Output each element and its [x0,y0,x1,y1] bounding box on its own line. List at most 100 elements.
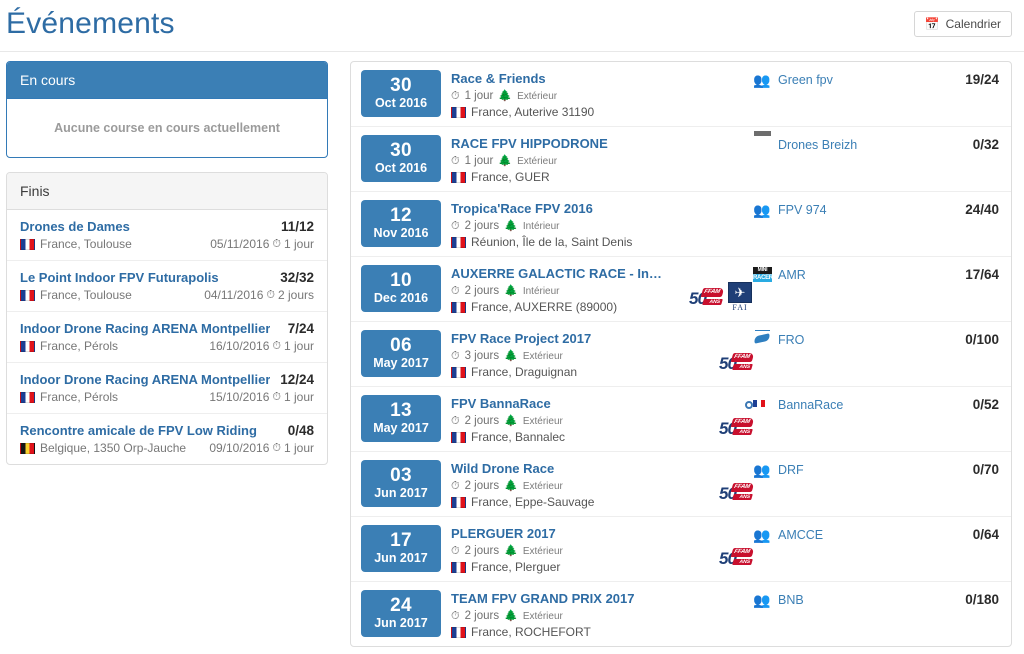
event-organizer-name: Drones Breizh [778,138,858,152]
event-row[interactable]: 03 Jun 2017 Wild Drone Race ⏱ 2 jours 🌲 Extéri… [351,452,1011,517]
event-organizer[interactable]: 👥 FPV 974 [753,199,931,218]
event-organizer-name: DRF [778,463,804,477]
finished-item-date-wrap: 15/10/2016 ⏱ 1 jour [209,390,314,404]
people-icon: 👥 [753,592,772,608]
event-main: AUXERRE GALACTIC RACE - Indoor ⏱ 2 jours 🌲 I… [451,264,667,314]
finished-item-duration: 1 jour [283,441,314,455]
event-badges: 50 [667,329,755,379]
event-main: TEAM FPV GRAND PRIX 2017 ⏱ 2 jours 🌲 Extérie… [451,589,667,639]
fro-logo [753,332,772,348]
event-badges: 50 [667,459,755,509]
event-organizer[interactable]: 👥 AMCCE [753,524,931,543]
finished-item-meta: France, Pérols 15/10/2016 ⏱ 1 jour [20,390,314,404]
event-location: France, Plerguer [471,560,561,574]
event-title: Race & Friends [451,71,546,86]
finished-item-date: 16/10/2016 [209,339,270,353]
finished-item-title: Indoor Drone Racing ARENA Montpellier [20,321,271,336]
event-row[interactable]: 24 Jun 2017 TEAM FPV GRAND PRIX 2017 ⏱ 2 jou… [351,582,1011,646]
event-location-wrap: France, Bannalec [451,430,667,444]
finished-item-date-wrap: 16/10/2016 ⏱ 1 jour [209,339,314,353]
event-organizer-name: AMR [778,268,806,282]
event-main: Tropica'Race FPV 2016 ⏱ 2 jours 🌲 Intérieur R… [451,199,667,249]
event-date-badge: 30 Oct 2016 [361,135,441,182]
flag-fr-icon [20,289,35,301]
event-location: France, Auterive 31190 [471,105,595,119]
finished-item-location: France, Toulouse [40,237,132,251]
event-location: France, Draguignan [471,365,578,379]
event-organizer[interactable]: 👥 BNB [753,589,931,608]
ongoing-panel-heading: En cours [7,62,327,99]
event-count: 24/40 [965,202,999,217]
finished-item-title: Le Point Indoor FPV Futurapolis [20,270,219,285]
event-row[interactable]: 17 Jun 2017 PLERGUER 2017 ⏱ 2 jours 🌲 Extérieu… [351,517,1011,582]
page-content: En cours Aucune course en cours actuelle… [0,61,1024,654]
event-organizer[interactable]: 👥 DRF [753,459,931,478]
event-subinfo: ⏱ 2 jours 🌲 Extérieur [451,545,667,557]
event-count: 0/52 [972,397,999,412]
finished-item-meta: France, Toulouse 05/11/2016 ⏱ 1 jour [20,237,314,251]
people-icon: 👥 [753,202,771,218]
finished-list-item[interactable]: Indoor Drone Racing ARENA Montpellier 12/… [7,363,327,414]
event-location-wrap: France, ROCHEFORT [451,625,667,639]
event-date-day: 24 [390,595,412,616]
people-icon: 👥 [753,72,771,88]
finished-item-date: 05/11/2016 [210,237,270,251]
finished-item-header: Indoor Drone Racing ARENA Montpellier 12/… [20,372,314,387]
finished-list-item[interactable]: Indoor Drone Racing ARENA Montpellier 7/2… [7,312,327,363]
event-date-month: Jun 2017 [374,616,428,630]
event-location: France, GUER [471,170,550,184]
event-row[interactable]: 13 May 2017 FPV BannaRace ⏱ 2 jours 🌲 Extérieu… [351,387,1011,452]
finished-item-date: 15/10/2016 [209,390,270,404]
finished-item-title: Drones de Dames [20,219,130,234]
clock-icon: ⏱ [451,544,460,557]
finished-item-date: 04/11/2016 [204,288,264,302]
event-venue: Intérieur [522,220,560,232]
event-date-day: 13 [390,400,412,421]
page-title: Événements [6,7,175,40]
event-count: 17/64 [965,267,999,282]
event-location-wrap: France, Auterive 31190 [451,105,667,119]
event-row[interactable]: 30 Oct 2016 Race & Friends ⏱ 1 jour 🌲 Extérieu… [351,62,1011,127]
finished-item-header: Indoor Drone Racing ARENA Montpellier 7/2… [20,321,314,336]
event-organizer[interactable]: FRO [753,329,931,348]
event-row[interactable]: 06 May 2017 FPV Race Project 2017 ⏱ 3 jours 🌲… [351,322,1011,387]
event-organizer-name: BannaRace [778,398,844,412]
event-date-day: 06 [390,335,412,356]
event-date-badge: 12 Nov 2016 [361,200,441,247]
flag-fr-icon [451,561,466,573]
calendar-button-label: Calendrier [945,17,1001,31]
clock-icon: ⏱ [272,339,281,352]
event-row[interactable]: 10 Dec 2016 AUXERRE GALACTIC RACE - Indoor… [351,257,1011,322]
event-count: 0/70 [972,462,999,477]
calendar-button[interactable]: 📅 Calendrier [913,11,1012,37]
finished-item-count: 32/32 [280,270,314,285]
event-badges: 50✈FAI [667,264,753,314]
event-organizer[interactable]: 👥 Green fpv [753,69,931,88]
event-subinfo: ⏱ 1 jour 🌲 Extérieur [451,90,667,102]
event-subinfo: ⏱ 2 jours 🌲 Extérieur [451,415,667,427]
event-row[interactable]: 30 Oct 2016 RACE FPV HIPPODRONE ⏱ 1 jour 🌲 Ext… [351,127,1011,192]
finished-list-item[interactable]: Drones de Dames 11/12 France, Toulouse 05/1… [7,210,327,261]
event-date-badge: 10 Dec 2016 [361,265,441,312]
clock-icon: ⏱ [272,390,281,403]
ffam-50-ans-logo: 50 [689,286,725,312]
finished-list: Drones de Dames 11/12 France, Toulouse 05/1… [7,210,327,464]
event-subinfo: ⏱ 2 jours 🌲 Intérieur [451,285,667,297]
event-organizer-name: BNB [778,593,804,607]
people-icon: 👥 [753,527,772,543]
event-date-month: Jun 2017 [374,486,428,500]
event-organizer[interactable]: MINIRACERSAMR [753,264,931,283]
event-badges [667,589,753,639]
event-date-month: Jun 2017 [374,551,428,565]
event-date-month: Oct 2016 [374,96,428,110]
event-row[interactable]: 12 Nov 2016 Tropica'Race FPV 2016 ⏱ 2 jours 🌲… [351,192,1011,257]
finished-item-location: Belgique, 1350 Orp-Jauche [40,441,187,455]
finished-item-header: Rencontre amicale de FPV Low Riding 0/48 [20,423,314,438]
event-date-day: 30 [390,75,412,96]
event-organizer[interactable]: Drones Breizh [753,134,931,153]
finished-list-item[interactable]: Rencontre amicale de FPV Low Riding 0/48 B… [7,414,327,464]
event-venue: Extérieur [517,90,558,102]
finished-list-item[interactable]: Le Point Indoor FPV Futurapolis 32/32 Fran… [7,261,327,312]
event-organizer[interactable]: BannaRace [745,394,931,413]
finished-item-date-wrap: 05/11/2016 ⏱ 1 jour [210,237,314,251]
